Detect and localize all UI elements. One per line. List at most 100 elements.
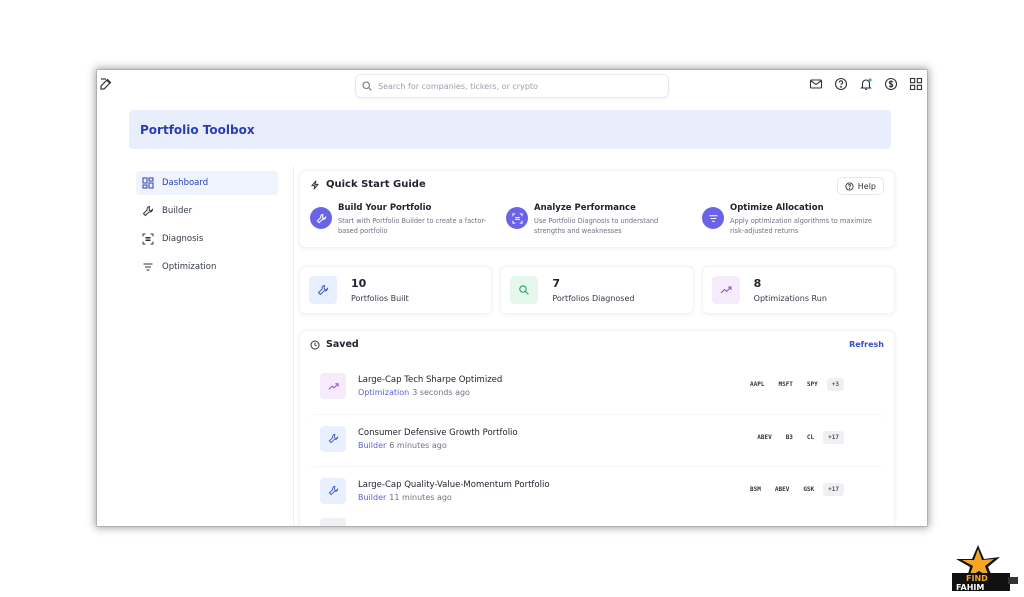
saved-title: Saved bbox=[326, 339, 359, 350]
list-item-title: Large-Cap Tech Sharpe Optimized bbox=[358, 375, 503, 385]
step-description: Start with Portfolio Builder to create a… bbox=[338, 217, 487, 235]
saved-card: Saved Refresh Large-Cap Tech Sharpe Opti… bbox=[299, 330, 895, 526]
ticker-tag: GSK bbox=[798, 483, 820, 496]
step-title: Build Your Portfolio bbox=[338, 203, 432, 213]
ticker-tag: ABEV bbox=[752, 431, 777, 444]
step-title: Analyze Performance bbox=[534, 203, 636, 213]
more-tickers-badge: +3 bbox=[826, 378, 844, 391]
lightning-icon bbox=[310, 179, 320, 190]
stat-portfolios-diagnosed: 7 Portfolios Diagnosed bbox=[500, 266, 694, 314]
help-circle-icon[interactable] bbox=[834, 77, 848, 91]
step-build-portfolio[interactable]: Build Your Portfolio Start with Portfoli… bbox=[310, 203, 506, 236]
step-description: Use Portfolio Diagnosis to understand st… bbox=[534, 217, 659, 235]
apps-grid-icon[interactable] bbox=[909, 77, 923, 91]
sidebar-item-label: Optimization bbox=[162, 262, 217, 272]
wrench-icon bbox=[320, 425, 346, 452]
list-item-title: Consumer Defensive Growth Portfolio bbox=[358, 427, 518, 438]
sidebar-item-label: Diagnosis bbox=[162, 234, 204, 244]
app-window: Portfolio Toolbox Dashboard Builder Diag… bbox=[97, 70, 927, 526]
more-tickers-badge: +17 bbox=[823, 483, 844, 496]
trending-up-icon bbox=[320, 373, 346, 399]
list-item-partial bbox=[320, 518, 346, 526]
list-item[interactable]: Large-Cap Tech Sharpe Optimized Optimiza… bbox=[310, 362, 884, 410]
step-description: Apply optimization algorithms to maximiz… bbox=[730, 217, 872, 235]
sidebar-item-label: Dashboard bbox=[162, 178, 209, 188]
stat-value: 7 bbox=[552, 277, 560, 290]
sidebar-item-label: Builder bbox=[162, 206, 193, 216]
trending-up-icon bbox=[711, 276, 740, 304]
sidebar-item-diagnosis[interactable]: Diagnosis bbox=[136, 227, 278, 251]
search-icon bbox=[362, 81, 372, 91]
saved-header: Saved Refresh bbox=[310, 339, 884, 350]
list-item-time: 6 minutes ago bbox=[389, 440, 447, 450]
mail-icon[interactable] bbox=[809, 77, 823, 91]
sidebar: Dashboard Builder Diagnosis Optimization bbox=[136, 171, 278, 283]
page-header: Portfolio Toolbox bbox=[129, 110, 891, 149]
list-item-kind[interactable]: Builder bbox=[358, 493, 386, 502]
list-item[interactable]: Large-Cap Quality-Value-Momentum Portfol… bbox=[310, 466, 884, 514]
ticker-tag: CL bbox=[801, 431, 820, 444]
list-item-kind[interactable]: Builder bbox=[358, 441, 386, 450]
stat-value: 10 bbox=[351, 277, 367, 290]
list-item-kind[interactable]: Optimization bbox=[358, 388, 409, 397]
list-item-title: Large-Cap Quality-Value-Momentum Portfol… bbox=[358, 479, 550, 490]
list-item-time: 3 seconds ago bbox=[412, 388, 470, 397]
search-input[interactable] bbox=[378, 81, 648, 91]
ticker-tag: SPY bbox=[801, 378, 823, 391]
sidebar-divider bbox=[293, 166, 294, 526]
findfahim-logo: FIND FAHIM bbox=[952, 545, 1018, 592]
scan-icon bbox=[506, 207, 528, 229]
top-actions bbox=[809, 77, 923, 91]
ticker-tag: MSFT bbox=[773, 378, 798, 391]
sidebar-item-builder[interactable]: Builder bbox=[136, 199, 278, 223]
step-optimize-allocation[interactable]: Optimize Allocation Apply optimization a… bbox=[702, 203, 898, 236]
wrench-icon bbox=[309, 276, 337, 304]
stats-row: 10 Portfolios Built 7 Portfolios Diagnos… bbox=[299, 266, 895, 314]
stat-value: 8 bbox=[753, 277, 762, 290]
step-analyze-performance[interactable]: Analyze Performance Use Portfolio Diagno… bbox=[506, 203, 702, 236]
scan-icon bbox=[142, 233, 154, 245]
ticker-tag: B3 bbox=[780, 431, 798, 444]
list-item[interactable]: Consumer Defensive Growth Portfolio Buil… bbox=[310, 414, 884, 462]
ticker-tag: BSM bbox=[745, 483, 766, 496]
top-bar bbox=[97, 70, 927, 100]
search-bar[interactable] bbox=[355, 74, 669, 98]
bell-icon[interactable] bbox=[859, 77, 873, 91]
wrench-icon bbox=[142, 205, 154, 217]
page-title: Portfolio Toolbox bbox=[140, 122, 255, 137]
sidebar-item-dashboard[interactable]: Dashboard bbox=[136, 171, 278, 195]
quick-start-title: Quick Start Guide bbox=[326, 179, 426, 190]
list-item-meta: Builder 11 minutes ago bbox=[358, 493, 550, 502]
dollar-circle-icon[interactable] bbox=[884, 77, 898, 91]
quick-start-card: Quick Start Guide Help Build Your Portfo bbox=[299, 170, 895, 248]
stat-optimizations-run: 8 Optimizations Run bbox=[701, 266, 895, 314]
stat-label: Optimizations Run bbox=[753, 294, 827, 303]
edit-icon[interactable] bbox=[99, 77, 113, 91]
stat-label: Portfolios Diagnosed bbox=[552, 294, 635, 303]
quick-start-steps: Build Your Portfolio Start with Portfoli… bbox=[310, 203, 898, 236]
wrench-icon bbox=[320, 477, 346, 504]
wrench-icon bbox=[310, 207, 332, 229]
stat-portfolios-built: 10 Portfolios Built bbox=[299, 266, 493, 314]
refresh-button[interactable]: Refresh bbox=[849, 340, 884, 349]
logo-line-2: FAHIM bbox=[956, 583, 984, 592]
logo-line-1: FIND bbox=[966, 574, 988, 583]
filter-icon bbox=[143, 263, 153, 271]
help-button-label: Help bbox=[857, 181, 876, 191]
clock-icon bbox=[310, 340, 320, 349]
help-button[interactable]: Help bbox=[836, 177, 884, 195]
search-icon bbox=[510, 276, 539, 304]
help-circle-icon bbox=[845, 181, 854, 191]
stat-label: Portfolios Built bbox=[351, 294, 409, 303]
more-tickers-badge: +17 bbox=[823, 431, 844, 444]
ticker-tags: ABEV B3 CL +17 bbox=[752, 431, 844, 444]
quick-start-heading: Quick Start Guide bbox=[310, 179, 884, 190]
sidebar-item-optimization[interactable]: Optimization bbox=[136, 255, 278, 279]
dashboard-icon bbox=[142, 177, 154, 189]
ticker-tag: AAPL bbox=[745, 378, 770, 391]
list-item-meta: Optimization 3 seconds ago bbox=[358, 388, 502, 397]
saved-list: Large-Cap Tech Sharpe Optimized Optimiza… bbox=[310, 362, 884, 526]
saved-heading: Saved bbox=[310, 339, 359, 350]
step-title: Optimize Allocation bbox=[730, 203, 824, 213]
ticker-tags: BSM ABEV GSK +17 bbox=[745, 483, 844, 496]
